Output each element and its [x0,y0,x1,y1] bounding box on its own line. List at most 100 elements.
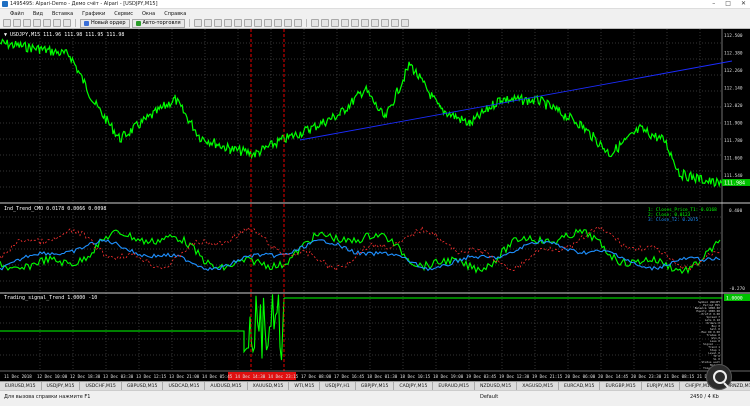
zoom-out-icon[interactable] [233,19,242,27]
status-connection: 2450 / 4 Kb [690,394,719,400]
price-series [0,38,723,188]
new-order-button[interactable]: Новый ордер [80,18,130,28]
main-pane-label: ▼ USDJPY,M15 111.96 111.98 111.95 111.98 [4,32,124,38]
osc1-label: Ind_Trend_CMO 0.0178 0.0066 0.0098 [4,206,106,212]
trendline-icon[interactable] [350,19,359,27]
cursor-icon[interactable] [310,19,319,27]
menu-item-6[interactable]: Справка [164,11,186,17]
templates-icon[interactable] [293,19,302,27]
label-icon[interactable] [390,19,399,27]
indicators-icon[interactable] [273,19,282,27]
price-axis: 112.500 112.380 112.260 112.140 112.020 111.9… [724,33,743,179]
time-axis: 11 Dec 2018 12 Dec 10:00 12 Dec 18:30 13 De… [0,370,750,381]
window-title: 1495495: Alpari-Demo - Демо счёт - Alpar… [10,1,158,7]
osc1-tick-bottom: -0.270 [729,286,745,292]
chart-tab[interactable]: GBPUSD,M15 [122,382,164,390]
fibo-icon[interactable] [370,19,379,27]
osc1-tick-top: 0.400 [729,208,743,214]
new-chart-icon[interactable] [3,19,11,27]
chart-tab[interactable]: NZDUSD,M15 [475,382,518,390]
chart-tab[interactable]: EURJPY,M15 [642,382,681,390]
chart-tab[interactable]: XAGUSD,M15 [517,382,560,390]
time-tick: 14 Dec 23:15 [268,374,299,379]
chart-tabs: EURUSD,M15 USDJPY,M15 USDCHF,M15 GBPUSD,M15… [0,381,750,390]
osc2-label: Trading_signal_Trend 1.0000 -10 [4,295,97,301]
bar-chart-icon[interactable] [193,19,202,27]
line-chart-icon[interactable] [213,19,222,27]
menu-bar: Файл Вид Вставка Графики Сервис Окна Справка [0,9,750,18]
chart-tab[interactable]: USDJPY,M15 [42,382,81,390]
menu-item-4[interactable]: Сервис [114,11,133,17]
chart-tab[interactable]: AUDUSD,M15 [205,382,248,390]
chart-tab[interactable]: GBPJPY,M15 [356,382,395,390]
tester-icon[interactable] [63,19,71,27]
new-order-icon [84,20,89,26]
text-icon[interactable] [380,19,389,27]
autoscroll-icon[interactable] [253,19,262,27]
status-bar: Для вызова справки нажмите F1 Default 24… [0,390,750,406]
time-tick: 12 Dec 10:00 [37,374,68,379]
price-tick: 111.780 [724,138,743,144]
title-bar: 1495495: Alpari-Demo - Демо счёт - Alpar… [0,0,750,9]
price-tick: 112.020 [724,103,743,109]
time-tick: 12 Dec 18:30 [70,374,101,379]
crosshair-icon[interactable] [320,19,329,27]
main-pane: ▼ USDJPY,M15 111.96 111.98 111.95 111.98… [0,32,750,188]
chart-tab[interactable]: EURUSD,M15 [0,382,42,390]
channel-icon[interactable] [360,19,369,27]
time-tick: 11 Dec 2018 [4,374,32,379]
horizontal-line-icon[interactable] [340,19,349,27]
time-tick: 13 Dec 21:00 [169,374,200,379]
maximize-icon[interactable]: □ [725,0,731,7]
chart-tab[interactable]: USDJPY,H1 [320,382,356,390]
price-tick: 111.660 [724,156,743,162]
time-tick: 18 Dec 01:30 [367,374,398,379]
time-tick: 20 Dec 14:45 [598,374,629,379]
menu-item-3[interactable]: Графики [82,11,105,17]
app-icon [2,1,8,7]
price-now-label: 111.984 [724,181,745,187]
status-profile: Default [480,394,499,400]
time-tick: 14 Dec 05:45 [202,374,233,379]
chart-tab[interactable]: WTI,M15 [289,382,321,390]
chart-tab[interactable]: CADJPY,M15 [394,382,434,390]
chart-tab[interactable]: EURGBP,M15 [600,382,642,390]
menu-item-2[interactable]: Вставка [52,11,73,17]
chart-shift-icon[interactable] [263,19,272,27]
arrows-icon[interactable] [400,19,409,27]
menu-item-1[interactable]: Вид [33,11,43,17]
menu-item-5[interactable]: Окна [142,11,155,17]
profiles-icon[interactable] [13,19,21,27]
magnifier-icon[interactable] [706,364,732,390]
periods-icon[interactable] [283,19,292,27]
toolbox-icon[interactable] [53,19,61,27]
time-tick: 21 Dec 08:15 [664,374,695,379]
time-tick: 19 Dec 21:15 [532,374,563,379]
market-watch-icon[interactable] [23,19,31,27]
osc1-green-series [0,228,721,275]
time-tick: 18 Dec 10:15 [400,374,431,379]
price-tick: 112.500 [724,33,743,39]
candles-icon[interactable] [203,19,212,27]
chart-tab[interactable]: EURCAD,M15 [559,382,601,390]
data-window-icon[interactable] [33,19,41,27]
autotrading-button[interactable]: Авто-торговля [131,18,185,28]
chart-tab[interactable]: USDCHF,M15 [80,382,122,390]
osc1-blue-series [0,238,721,272]
close-icon[interactable]: ✕ [741,0,746,7]
tile-windows-icon[interactable] [243,19,252,27]
minimize-icon[interactable]: – [712,0,715,7]
price-tick: 111.540 [724,173,743,179]
time-tick: 17 Dec 16:45 [334,374,365,379]
price-tick: 112.140 [724,86,743,92]
time-tick: 17 Dec 08:00 [301,374,332,379]
chart-tab[interactable]: XAUUSD,M15 [248,382,290,390]
vertical-line-icon[interactable] [330,19,339,27]
chart-tab[interactable]: USDCAD,M15 [163,382,206,390]
chart-tab[interactable]: EURAUD,M15 [433,382,475,390]
chart-area[interactable]: ▼ USDJPY,M15 111.96 111.98 111.95 111.98… [0,29,750,381]
menu-item-0[interactable]: Файл [10,11,24,17]
navigator-icon[interactable] [43,19,51,27]
time-tick: 19 Dec 03:45 [466,374,497,379]
zoom-in-icon[interactable] [223,19,232,27]
